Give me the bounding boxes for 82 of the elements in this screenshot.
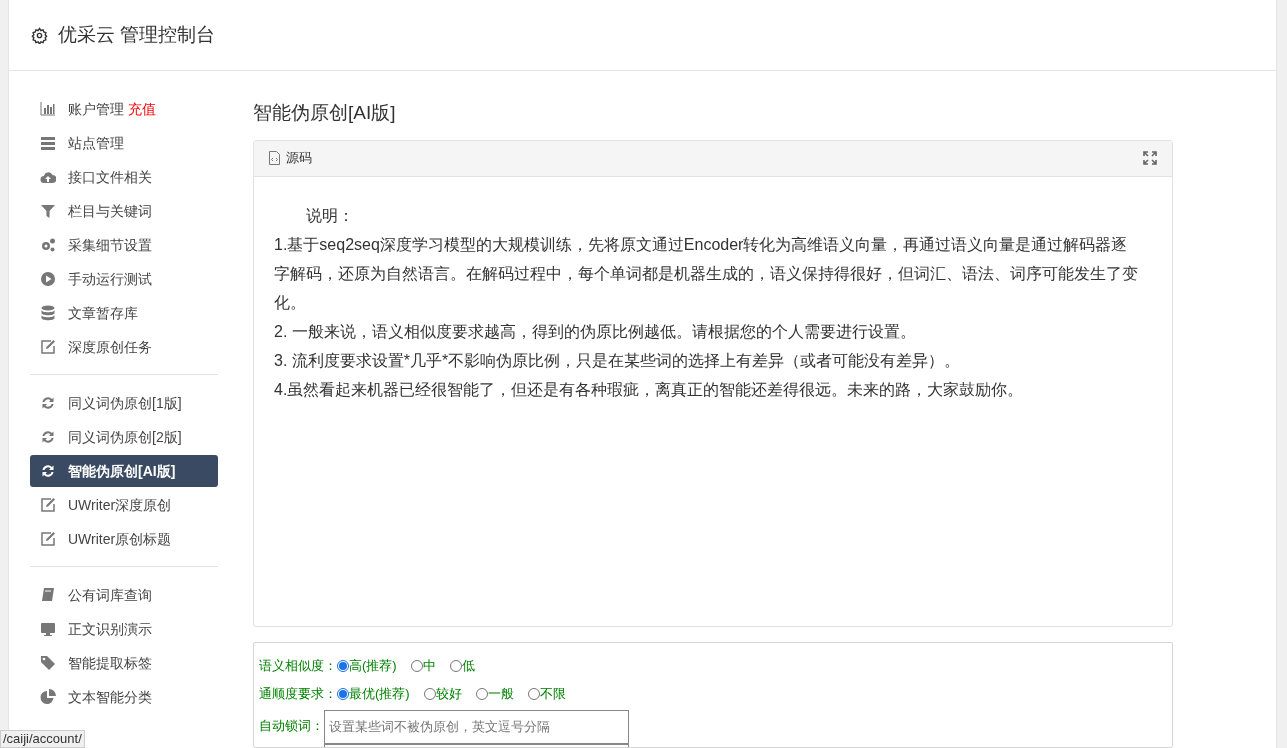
- sidebar-item[interactable]: 智能伪原创[AI版]: [30, 455, 218, 487]
- sidebar-item[interactable]: 站点管理: [30, 127, 218, 159]
- sidebar-item[interactable]: 栏目与关键词: [30, 195, 218, 227]
- sidebar-label: 公有词库查询: [68, 585, 152, 605]
- sidebar-item[interactable]: 接口文件相关: [30, 161, 218, 193]
- book-icon: [40, 587, 56, 603]
- sidebar-label: 智能伪原创[AI版]: [68, 461, 176, 481]
- sidebar-label: 栏目与关键词: [68, 201, 152, 221]
- tag-icon: [40, 655, 56, 671]
- sidebar-item[interactable]: UWriter原创标题: [30, 523, 218, 555]
- filter-icon: [40, 203, 56, 219]
- sidebar-label: 深度原创任务: [68, 337, 152, 357]
- bar-chart-icon: [40, 101, 56, 117]
- refresh-icon: [40, 463, 56, 479]
- sidebar-label: 同义词伪原创[1版]: [68, 393, 182, 413]
- refresh-icon: [40, 395, 56, 411]
- description-text: 1.基于seq2seq深度学习模型的大规模训练，先将原文通过Encoder转化为高维语义向量，再通过语义向量是通过解码器逐字解码，还原为自然语言。在解码过程中，每个单词都是机器生成的，语义保持得很好，但词汇、语法、词序可能发生了变化。: [274, 234, 1139, 313]
- sidebar-label: 站点管理: [68, 133, 124, 153]
- status-url: /caiji/account/: [0, 730, 85, 748]
- sidebar-item[interactable]: 正文识别演示: [30, 613, 218, 645]
- edit-icon: [40, 497, 56, 513]
- sidebar-item[interactable]: 智能提取标签: [30, 647, 218, 679]
- description-text: 4.虽然看起来机器已经很智能了，但还是有各种瑕疵，离真正的智能还差得很远。未来的路，大家鼓励你。: [274, 379, 1025, 400]
- radio-label: 最优(推荐): [349, 684, 410, 703]
- option-label: 通顺度要求：: [259, 684, 337, 703]
- description-text: 2. 一般来说，语义相似度要求越高，得到的伪原比例越低。请根据您的个人需要进行设置。: [274, 321, 917, 342]
- radio-button[interactable]: [449, 659, 462, 672]
- sidebar-label: 账户管理: [68, 99, 124, 119]
- sidebar-label: 文章暂存库: [68, 303, 138, 323]
- sidebar-item[interactable]: 同义词伪原创[2版]: [30, 421, 218, 453]
- sidebar-label: 采集细节设置: [68, 235, 152, 255]
- sidebar-item[interactable]: 文本智能分类: [30, 681, 218, 713]
- radio-label: 较好: [435, 684, 462, 703]
- sidebar-item[interactable]: 手动运行测试: [30, 263, 218, 295]
- option-label: 语义相似度：: [259, 656, 337, 675]
- edit-icon: [40, 531, 56, 547]
- page-title: 智能伪原创[AI版]: [253, 101, 397, 125]
- sidebar-item[interactable]: 采集细节设置: [30, 229, 218, 261]
- console-title: 优采云 管理控制台: [58, 22, 216, 47]
- radio-label: 高(推荐): [349, 656, 397, 675]
- radio-label: 中: [422, 656, 436, 675]
- radio-button[interactable]: [423, 687, 436, 700]
- radio-button[interactable]: [337, 659, 349, 672]
- settings-icon: [31, 26, 48, 44]
- sidebar-label: 文本智能分类: [68, 687, 152, 707]
- pie-chart-icon: [40, 689, 56, 705]
- recharge-link[interactable]: 充值: [128, 98, 156, 120]
- description-text: 3. 流利度要求设置*几乎*不影响伪原比例，只是在某些词的选择上有差异（或者可能没有差异）。: [274, 350, 962, 371]
- sidebar-label: 接口文件相关: [68, 167, 152, 187]
- sidebar-item[interactable]: 账户管理 充值: [30, 93, 218, 125]
- monitor-icon: [40, 621, 56, 637]
- radio-button[interactable]: [410, 659, 423, 672]
- sidebar-item[interactable]: UWriter深度原创: [30, 489, 218, 521]
- refresh-icon: [40, 429, 56, 445]
- description-heading: 说明：: [305, 205, 355, 226]
- sidebar-label: 手动运行测试: [68, 269, 152, 289]
- lock-words-field[interactable]: 设置某些词不被伪原创，英文逗号分隔: [324, 709, 629, 744]
- radio-button[interactable]: [527, 687, 540, 700]
- gears-icon: [40, 237, 56, 253]
- radio-label: 低: [461, 656, 475, 675]
- radio-label: 不限: [539, 684, 566, 703]
- play-icon: [40, 271, 56, 287]
- sidebar-label: UWriter深度原创: [68, 495, 172, 515]
- cloud-upload-icon: [40, 169, 56, 185]
- fullscreen-icon[interactable]: [1143, 151, 1157, 165]
- edit-icon: [40, 339, 56, 355]
- sidebar-item[interactable]: 公有词库查询: [30, 579, 218, 611]
- sidebar-item[interactable]: 文章暂存库: [30, 297, 218, 329]
- radio-button[interactable]: [475, 687, 488, 700]
- server-icon: [40, 135, 56, 151]
- sidebar-label: 同义词伪原创[2版]: [68, 427, 182, 447]
- sidebar-label: 正文识别演示: [68, 619, 152, 639]
- radio-button[interactable]: [337, 687, 349, 700]
- source-tab[interactable]: 源码: [286, 148, 312, 168]
- sidebar-item[interactable]: 深度原创任务: [30, 331, 218, 363]
- sidebar-item[interactable]: 同义词伪原创[1版]: [30, 387, 218, 419]
- radio-label: 一般: [487, 684, 514, 703]
- database-icon: [40, 305, 56, 321]
- code-file-icon: [269, 151, 280, 165]
- sidebar-label: 智能提取标签: [68, 653, 152, 673]
- field-label: 自动锁词：: [259, 716, 324, 735]
- sidebar-label: UWriter原创标题: [68, 529, 172, 549]
